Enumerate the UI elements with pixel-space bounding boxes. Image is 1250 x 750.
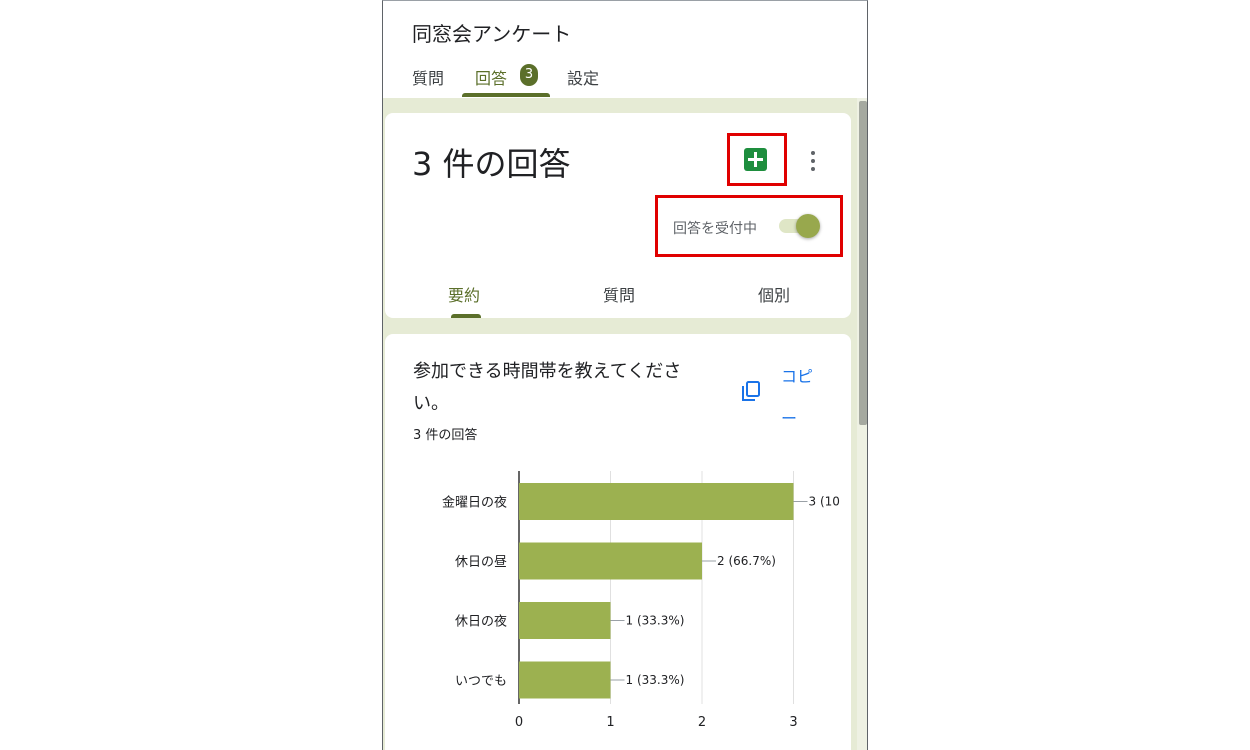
tab-questions[interactable]: 質問	[412, 65, 444, 89]
form-title: 同窓会アンケート	[412, 22, 572, 46]
data-label: 2 (66.7%)	[717, 554, 776, 568]
responses-title: 3 件の回答	[412, 145, 571, 183]
subtab-indicator	[451, 314, 481, 318]
bar	[519, 602, 611, 639]
category-label: 休日の夜	[455, 615, 507, 630]
accepting-highlight-box	[655, 195, 843, 257]
category-label: 金曜日の夜	[442, 495, 507, 511]
subtab-summary[interactable]: 要約	[448, 282, 480, 306]
x-tick-label: 2	[698, 715, 706, 730]
category-label: いつでも	[455, 674, 507, 689]
bar	[519, 483, 794, 520]
tab-settings[interactable]: 設定	[567, 65, 599, 89]
active-tab-indicator	[462, 93, 550, 97]
bar	[519, 661, 611, 699]
question-card: 参加できる時間帯を教えてください。 3 件の回答 コピー 0 1 2 3 金曜日の夜 3 …	[385, 334, 851, 750]
category-label: 休日の昼	[455, 555, 507, 570]
response-bar-chart: 0 1 2 3 金曜日の夜 3 (10 休日の昼 2 (66.7%) 休日の夜 1 (33.3%)…	[442, 471, 840, 730]
sheets-highlight-box	[727, 133, 787, 186]
data-label: 1 (33.3%)	[626, 673, 685, 687]
subtab-individual[interactable]: 個別	[758, 282, 790, 306]
scrollbar-thumb[interactable]	[859, 101, 867, 425]
x-tick-label: 0	[515, 715, 523, 730]
summary-card: 3 件の回答 回答を受付中 要約 質問 個別	[385, 113, 851, 318]
tab-responses[interactable]: 回答	[475, 65, 507, 89]
subtab-question[interactable]: 質問	[603, 282, 635, 306]
app-screen: 同窓会アンケート 質問 回答 3 設定 3 件の回答 回答を受付中 要約 質問 …	[382, 0, 868, 750]
bar	[519, 542, 702, 580]
x-tick-label: 3	[789, 715, 797, 730]
response-count-badge: 3	[520, 64, 538, 86]
x-tick-label: 1	[606, 715, 614, 730]
more-vert-icon[interactable]	[797, 149, 829, 173]
data-label: 3 (10	[809, 495, 840, 509]
data-label: 1 (33.3%)	[626, 614, 685, 628]
form-header: 同窓会アンケート 質問 回答 3 設定	[383, 1, 867, 98]
